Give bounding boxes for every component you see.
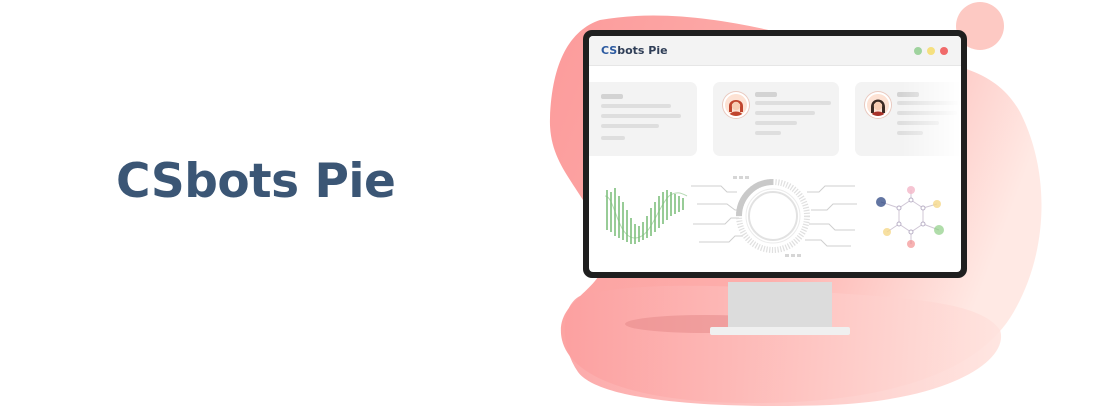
window-title: CSbots Pie xyxy=(601,44,668,57)
minimize-button[interactable] xyxy=(927,47,935,55)
waveform-chart-icon xyxy=(604,188,688,244)
user-avatar-icon xyxy=(723,92,749,118)
profile-card xyxy=(713,82,839,156)
close-button[interactable] xyxy=(940,47,948,55)
monitor-stand-neck xyxy=(728,282,832,330)
window-titlebar: CSbots Pie xyxy=(589,36,961,66)
network-graph-icon xyxy=(876,186,944,248)
radial-gauge-icon xyxy=(691,176,857,257)
profile-card xyxy=(589,82,697,156)
window-title-rest: bots Pie xyxy=(617,44,668,57)
monitor-stand-base xyxy=(710,327,850,335)
user-avatar-icon xyxy=(865,92,891,118)
app-window: CSbots Pie xyxy=(589,36,961,272)
window-title-prefix: CS xyxy=(601,44,618,57)
monitor: CSbots Pie xyxy=(583,30,967,278)
maximize-button[interactable] xyxy=(914,47,922,55)
